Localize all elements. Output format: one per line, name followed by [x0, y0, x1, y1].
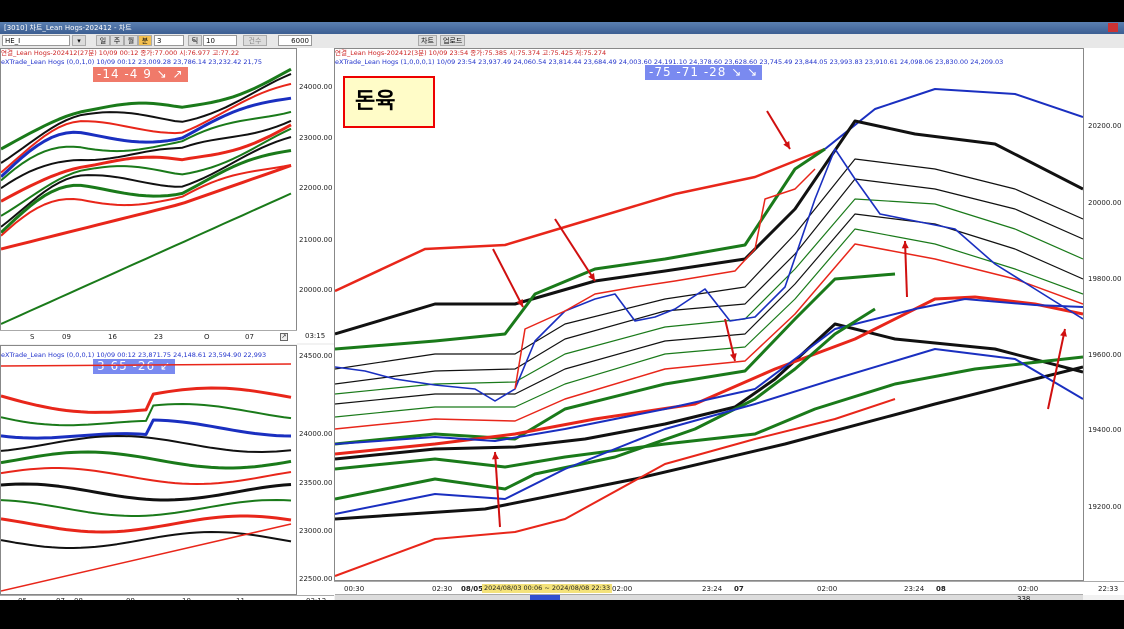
- arrow-head: [1060, 329, 1067, 337]
- close-icon[interactable]: [1108, 23, 1118, 32]
- screen-top-border: [0, 0, 1124, 22]
- main-ytick-19600: 19600.00: [1088, 351, 1122, 359]
- main-xtick: 02:00: [817, 585, 838, 593]
- lt-xtick: S: [30, 333, 35, 341]
- main-ytick-19200: 19200.00: [1088, 503, 1122, 511]
- main-band-line-0: [335, 119, 1083, 336]
- left-top-yaxis: 24000.00 23000.00 22000.00 21000.00 2000…: [297, 48, 335, 343]
- period-week-button[interactable]: 주: [110, 35, 124, 46]
- lb-band-line: [1, 514, 292, 534]
- bars-count-input[interactable]: 6000: [278, 35, 312, 46]
- period-minute-button[interactable]: 분: [138, 35, 152, 46]
- window-title: [3010] 차트_Lean Hogs-202412 - 차트: [4, 24, 132, 32]
- lb-band-line: [1, 499, 292, 517]
- date-range-label: 2024/08/03 00:06 ~ 2024/08/08 22:33: [482, 584, 613, 593]
- zoom-icon[interactable]: ↗: [280, 333, 288, 341]
- annotation-arrow: [492, 248, 524, 308]
- main-xtick: 08/05: [461, 585, 484, 593]
- lb-ytick-23500: 23500.00: [299, 479, 333, 487]
- lt-ytick-24000: 24000.00: [299, 83, 333, 91]
- main-ytick-20000: 20000.00: [1088, 199, 1122, 207]
- lt-band-line: [1, 164, 292, 237]
- lt-xtick: 07: [245, 333, 254, 341]
- annotation-arrow: [554, 218, 596, 282]
- left-bottom-yaxis: 24500.00 24000.00 23500.00 23000.00 2250…: [297, 345, 335, 595]
- main-band-line-13: [335, 307, 876, 501]
- left-bottom-chart-canvas: [1, 363, 292, 592]
- main-xtick: 02:30: [432, 585, 453, 593]
- arrow-head: [901, 241, 909, 249]
- window-titlebar: [3010] 차트_Lean Hogs-202412 - 차트: [0, 22, 1124, 34]
- lt-xtick: 16: [108, 333, 117, 341]
- main-xtick: 02:00: [612, 585, 633, 593]
- main-chart-canvas: [335, 88, 1083, 577]
- lb-ytick-24500: 24500.00: [299, 352, 333, 360]
- main-xtick: 02:00: [1018, 585, 1039, 593]
- lt-ytick-23000: 23000.00: [299, 134, 333, 142]
- main-ytick-19800: 19800.00: [1088, 275, 1122, 283]
- symbol-input[interactable]: HE_I: [2, 35, 70, 46]
- lt-xtick: 09: [62, 333, 71, 341]
- toolbar: HE_I ▾ 일 주 월 분 3 틱 10 건수 6000 차트 업로드: [0, 34, 1124, 49]
- lb-band-line: [1, 418, 292, 440]
- lb-band-line: [1, 467, 292, 485]
- count-label: 건수: [243, 35, 267, 46]
- symbol-dropdown-icon[interactable]: ▾: [72, 35, 86, 46]
- lt-ytick-22000: 22000.00: [299, 184, 333, 192]
- main-band-line-15: [335, 348, 1083, 515]
- main-upper-red: [335, 147, 826, 293]
- chart-button[interactable]: 차트: [418, 35, 437, 46]
- main-xtick: 07: [734, 585, 744, 593]
- main-ytick-19400: 19400.00: [1088, 426, 1122, 434]
- minute-value-input[interactable]: 3: [154, 35, 184, 46]
- main-chart-panel[interactable]: 연결_Lean Hogs-202412(3분) 10/09 23:54 종가:7…: [334, 48, 1084, 581]
- period-tick-button[interactable]: 틱: [188, 35, 202, 46]
- period-month-button[interactable]: 월: [124, 35, 138, 46]
- lt-time: 03:15: [305, 332, 326, 340]
- lb-ytick-23000: 23000.00: [299, 527, 333, 535]
- lt-ytick-21000: 21000.00: [299, 236, 333, 244]
- main-yaxis: 20200.00 20000.00 19800.00 19600.00 1940…: [1084, 48, 1124, 581]
- arrow-head: [492, 452, 499, 460]
- tick-value-input[interactable]: 10: [203, 35, 237, 46]
- main-xaxis: 00:30 02:30 08/05 02:00 23:24 07 02:00 2…: [334, 581, 1124, 595]
- lt-band-line: [1, 72, 292, 164]
- lb-ytick-24000: 24000.00: [299, 430, 333, 438]
- annotation-arrow: [904, 240, 908, 298]
- main-ytick-20200: 20200.00: [1088, 122, 1122, 130]
- main-band-line-7: [335, 243, 1083, 430]
- lb-band-line: [1, 386, 292, 414]
- main-xtick: 00:30: [344, 585, 365, 593]
- left-top-chart-panel[interactable]: 연결_Lean Hogs-202412(27분) 10/09 00:12 종가:…: [0, 48, 297, 343]
- main-xtick: 23:24: [702, 585, 723, 593]
- commodity-label: 돈육: [343, 76, 435, 128]
- lb-ytick-22500: 22500.00: [299, 575, 333, 583]
- lb-bottom-line: [1, 523, 292, 592]
- lb-band-line: [1, 450, 292, 470]
- left-bottom-chart-panel[interactable]: eXTrade_Lean Hogs (0,0,0,1) 10/09 00:12 …: [0, 345, 297, 595]
- left-top-xaxis: S 09 16 23 O 07 ↗: [0, 330, 297, 344]
- lb-band-line: [1, 482, 292, 502]
- lt-xtick: O: [204, 333, 210, 341]
- period-day-button[interactable]: 일: [96, 35, 110, 46]
- main-xtick: 08: [936, 585, 946, 593]
- main-xtick: 23:24: [904, 585, 925, 593]
- annotation-arrow: [1047, 328, 1066, 410]
- lb-top-line: [1, 363, 292, 367]
- main-xtick: 22:33: [1098, 585, 1119, 593]
- lt-ytick-20000: 20000.00: [299, 286, 333, 294]
- left-top-chart-canvas: [1, 67, 292, 325]
- lt-xtick: 23: [154, 333, 163, 341]
- update-button[interactable]: 업로드: [440, 35, 466, 46]
- screen-bottom-border: [0, 600, 1124, 629]
- main-band-line-16: [335, 398, 896, 577]
